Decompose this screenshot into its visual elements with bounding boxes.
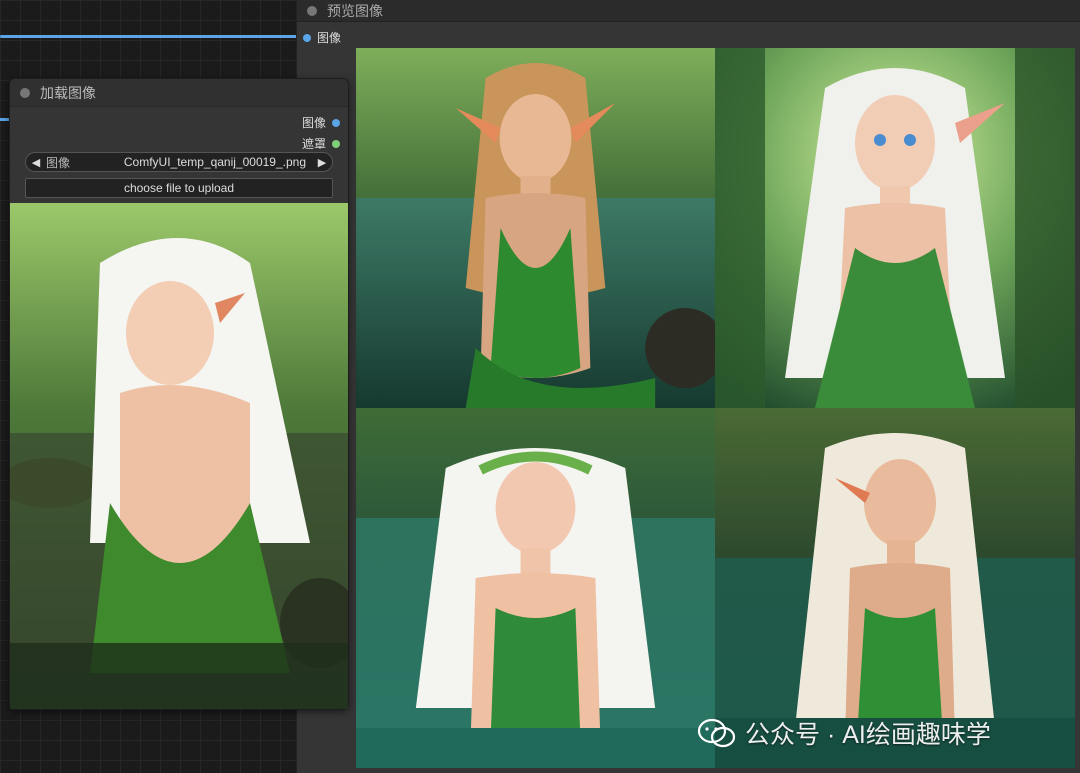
preview-image-2[interactable] [715, 48, 1075, 408]
image-select-combo[interactable]: ◀ 图像 ComfyUI_temp_qanij_00019_.png ▶ [25, 152, 333, 172]
load-image-node[interactable]: 加载图像 图像 遮罩 ◀ 图像 ComfyUI_temp_qanij_00019… [9, 78, 349, 710]
output-mask-label: 遮罩 [301, 137, 326, 151]
collapse-dot-icon[interactable] [307, 5, 317, 16]
preview-node-title: 预览图像 [327, 2, 383, 19]
input-port-dot-icon[interactable] [303, 33, 311, 42]
node-link-wire[interactable] [0, 35, 298, 38]
output-image-label: 图像 [301, 116, 326, 130]
combo-value: ComfyUI_temp_qanij_00019_.png [123, 155, 306, 169]
output-port-dot-icon[interactable] [332, 139, 340, 148]
preview-image-3[interactable] [356, 408, 715, 768]
preview-node-header[interactable]: 预览图像 [297, 0, 1080, 22]
combo-left-arrow-icon[interactable]: ◀ [26, 156, 46, 169]
preview-image-1[interactable] [356, 48, 715, 408]
upload-file-button[interactable]: choose file to upload [25, 178, 333, 198]
watermark-text: 公众号 · AI绘画趣味学 [745, 721, 991, 749]
output-mask-port[interactable]: 遮罩 [302, 135, 340, 152]
combo-label: 图像 [46, 155, 71, 170]
collapse-dot-icon[interactable] [20, 87, 30, 98]
preview-image-grid [356, 48, 1075, 768]
loaded-image-preview [10, 203, 348, 709]
output-image-port[interactable]: 图像 [302, 114, 340, 131]
load-node-header[interactable]: 加载图像 [10, 79, 348, 107]
watermark: 公众号 · AI绘画趣味学 [697, 715, 991, 751]
preview-input-port[interactable]: 图像 [303, 29, 341, 46]
wechat-icon [697, 718, 736, 748]
load-node-title: 加载图像 [40, 84, 96, 101]
combo-right-arrow-icon[interactable]: ▶ [312, 156, 332, 169]
preview-input-label: 图像 [317, 31, 342, 45]
preview-image-4[interactable] [715, 408, 1075, 768]
output-port-dot-icon[interactable] [332, 118, 340, 127]
preview-image-node[interactable]: 预览图像 图像 [296, 0, 1080, 773]
